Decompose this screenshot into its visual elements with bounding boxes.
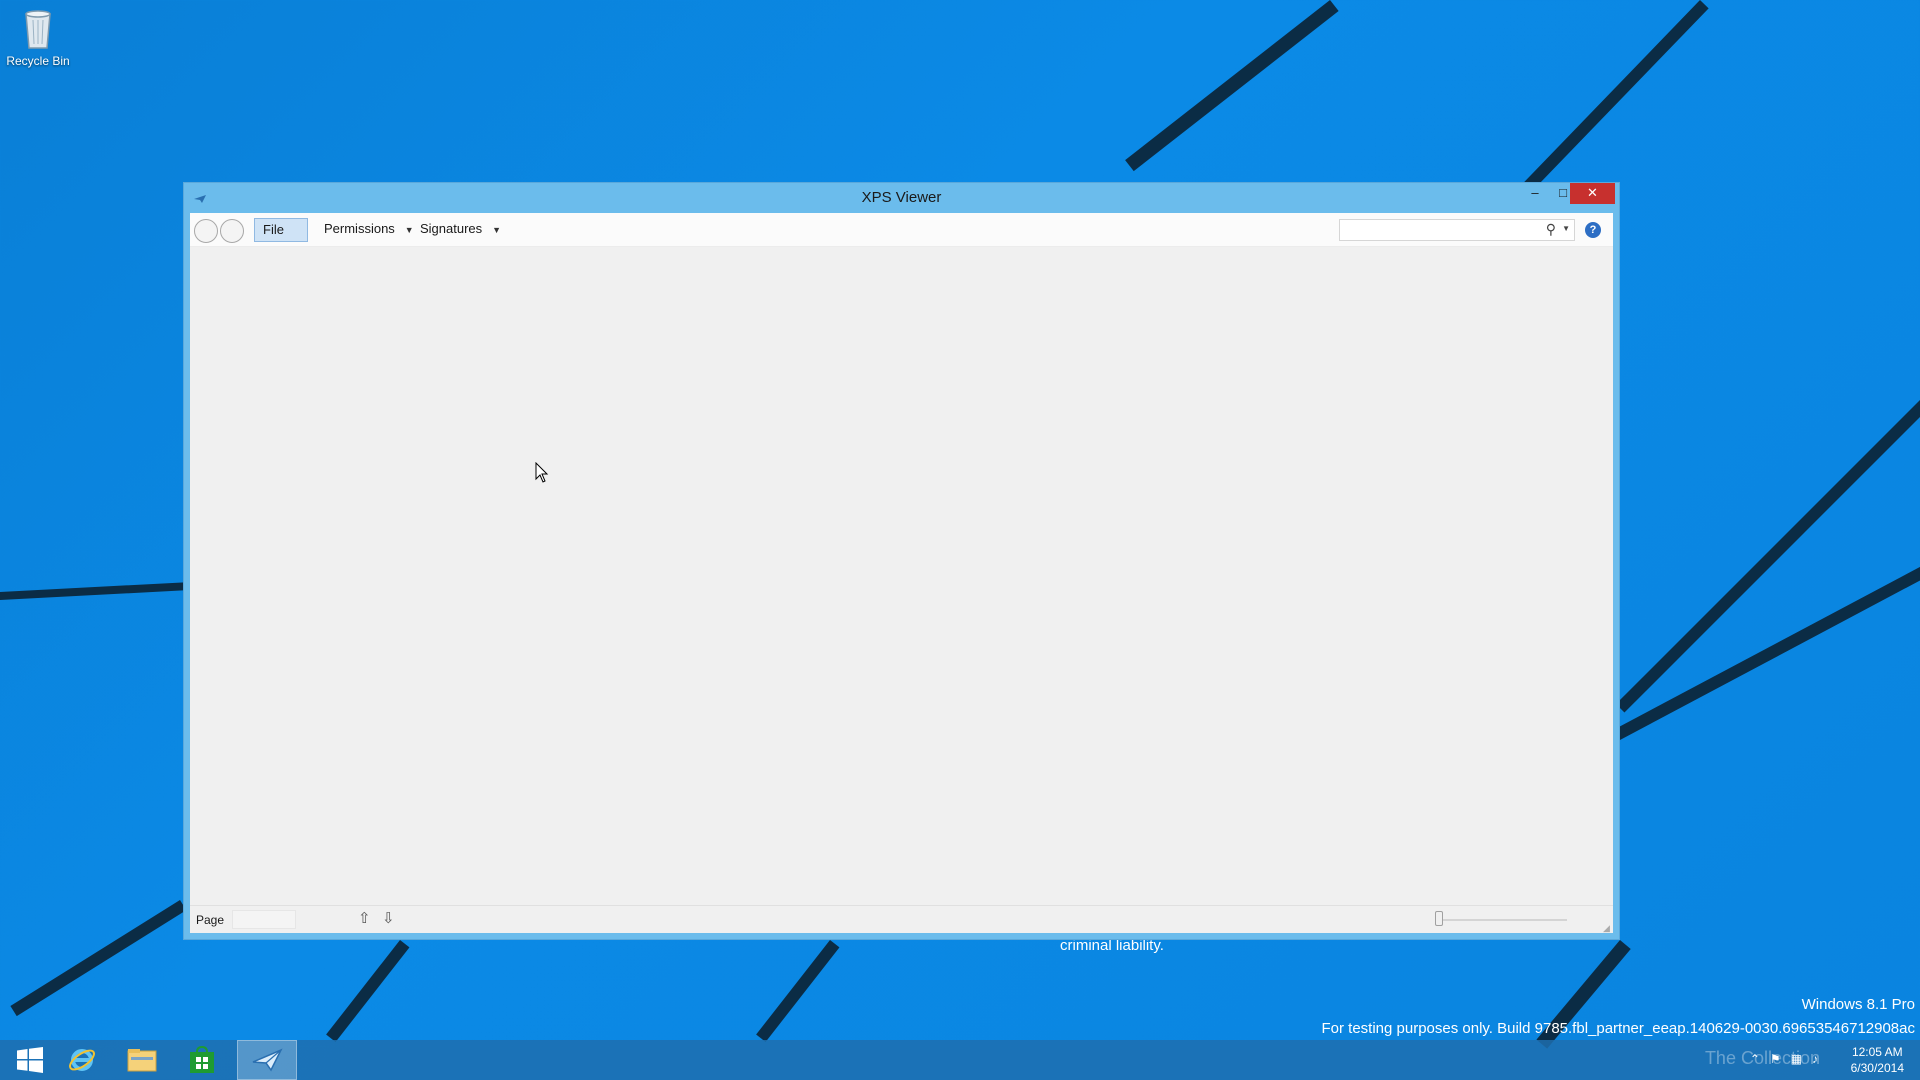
folder-icon: [127, 1049, 157, 1072]
taskbar-xps-viewer[interactable]: [237, 1040, 297, 1080]
desktop-stripe: [0, 582, 190, 600]
toolbar: File▼ Permissions▼ Signatures▼ ⚲ ▼ ?: [190, 213, 1613, 258]
taskbar: The Collection ⌃⚑▦♪ 12:05 AM 6/30/2014: [0, 1040, 1920, 1080]
permissions-menu[interactable]: Permissions ▼: [316, 218, 422, 242]
desktop-stripe: [326, 940, 410, 1042]
forward-button[interactable]: [220, 219, 244, 243]
zoom-slider-track[interactable]: [1437, 919, 1567, 921]
search-box: ⚲ ▼: [1339, 219, 1575, 241]
resize-grip-icon[interactable]: ◢: [1603, 923, 1611, 933]
store-icon: [190, 1046, 214, 1073]
next-page-arrow-icon[interactable]: ⇩: [382, 909, 395, 927]
close-button[interactable]: ✕: [1570, 183, 1615, 204]
windows-edition-text: Windows 8.1 Pro: [1801, 996, 1915, 1013]
flag-icon[interactable]: ⚑: [1770, 1052, 1791, 1066]
window-titlebar[interactable]: XPS Viewer – □ ✕: [184, 183, 1619, 213]
show-hidden-icons-icon[interactable]: ⌃: [1750, 1052, 1770, 1066]
start-button[interactable]: [0, 1040, 60, 1080]
previous-page-arrow-icon[interactable]: ⇧: [358, 909, 371, 927]
window-title: XPS Viewer: [861, 189, 942, 206]
file-menu[interactable]: File▼: [254, 218, 308, 258]
xps-viewer-window: XPS Viewer – □ ✕ File▼ Permissions▼ Sign…: [183, 182, 1620, 940]
desktop-stripe: [1615, 400, 1920, 713]
search-options-dropdown-icon[interactable]: ▼: [1562, 224, 1570, 233]
desktop-icon-label: Recycle Bin: [6, 54, 70, 68]
xps-viewer-icon: [252, 1048, 283, 1072]
build-info-text: For testing purposes only. Build 9785.fb…: [1321, 1020, 1915, 1037]
desktop-stripe: [1519, 0, 1709, 196]
navigation-buttons: [194, 219, 250, 243]
permissions-menu-label: Permissions: [324, 221, 395, 236]
taskbar-clock[interactable]: 12:05 AM 6/30/2014: [1851, 1044, 1904, 1076]
minimize-button[interactable]: –: [1521, 183, 1549, 204]
windows-logo-icon: [17, 1047, 43, 1073]
taskbar-internet-explorer[interactable]: [52, 1040, 112, 1080]
zoom-slider-thumb[interactable]: [1435, 911, 1443, 926]
window-client-area: File▼ Permissions▼ Signatures▼ ⚲ ▼ ? Pag…: [190, 213, 1613, 933]
desktop-stripe: [756, 940, 840, 1042]
ie-icon: [69, 1049, 95, 1071]
taskbar-file-explorer[interactable]: [112, 1040, 172, 1080]
signatures-menu[interactable]: Signatures ▼: [412, 218, 509, 242]
status-bar: Page ⇧ ⇩ ◢: [190, 905, 1613, 933]
desktop-stripe: [10, 900, 187, 1017]
system-tray: ⌃⚑▦♪: [1750, 1052, 1828, 1066]
search-input[interactable]: [1340, 220, 1530, 240]
page-number-input[interactable]: [232, 910, 296, 929]
back-button[interactable]: [194, 219, 218, 243]
page-label: Page: [196, 913, 225, 927]
mouse-cursor-icon: [535, 461, 549, 484]
signatures-menu-label: Signatures: [420, 221, 483, 236]
volume-icon[interactable]: ♪: [1812, 1052, 1828, 1066]
search-icon[interactable]: ⚲: [1546, 221, 1556, 238]
clock-time: 12:05 AM: [1851, 1045, 1903, 1059]
desktop-stripe: [1125, 0, 1339, 172]
recycle-bin-icon: [20, 6, 56, 50]
clock-date: 6/30/2014: [1850, 1061, 1904, 1075]
desktop-icon-recycle-bin[interactable]: Recycle Bin: [6, 6, 70, 68]
document-view[interactable]: [190, 247, 1613, 905]
help-button[interactable]: ?: [1585, 222, 1601, 238]
taskbar-store[interactable]: [172, 1040, 232, 1080]
network-icon[interactable]: ▦: [1791, 1052, 1812, 1066]
chevron-down-icon: ▼: [492, 224, 502, 235]
file-menu-label: File: [263, 222, 284, 237]
